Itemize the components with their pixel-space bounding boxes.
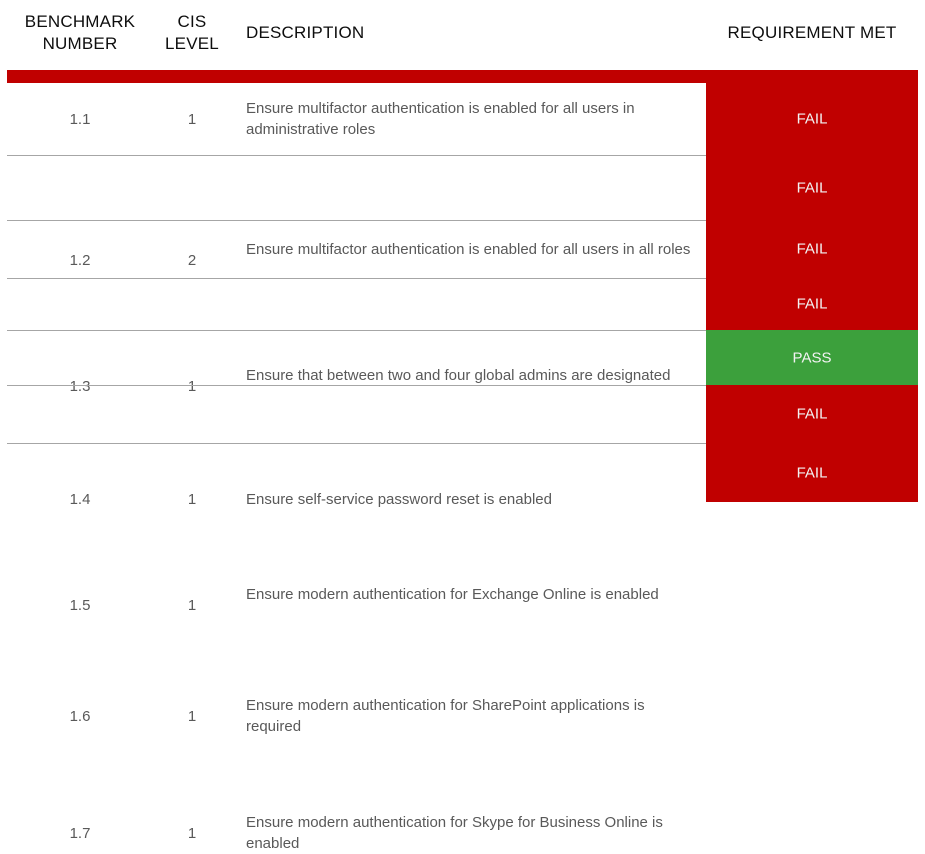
status-badge-fail: FAIL	[706, 443, 918, 502]
table-body: 1.1 1 Ensure multifactor authentication is…	[0, 83, 706, 852]
status-badge-fail: FAIL	[706, 155, 918, 220]
column-header-benchmark-number: BENCHMARK NUMBER	[24, 12, 136, 53]
cell-cis-level: 1	[187, 596, 197, 614]
table-row: 1.3 1 Ensure that between two and four glo…	[0, 220, 706, 395]
status-badge-fail: FAIL	[706, 220, 918, 278]
cell-benchmark-number: 1.1	[69, 111, 91, 128]
column-header-requirement-met: REQUIREMENT MET	[727, 23, 897, 42]
column-header-cis-level: CIS LEVEL	[165, 12, 219, 53]
table-row: 1.4 1 Ensure self-service password reset i…	[0, 278, 706, 508]
cell-benchmark-number: 1.7	[69, 824, 91, 842]
header-accent-bar	[7, 70, 918, 83]
table-row: 1.1 1 Ensure multifactor authentication is…	[0, 83, 706, 155]
status-label: FAIL	[796, 240, 828, 258]
table-row: 1.2 2 Ensure multifactor authentication is…	[0, 155, 706, 269]
table-row: 1.7 1 Ensure modern authentication for Sky…	[0, 443, 706, 852]
cell-cis-level: 1	[187, 824, 197, 842]
status-badge-fail: FAIL	[706, 278, 918, 330]
table-header: BENCHMARK NUMBER CIS LEVEL DESCRIPTION R…	[0, 0, 925, 70]
status-label: PASS	[792, 349, 832, 366]
status-label: FAIL	[796, 110, 828, 128]
status-badge-pass: PASS	[706, 330, 918, 385]
table-row: 1.5 1 Ensure modern authentication for Exc…	[0, 330, 706, 614]
status-label: FAIL	[796, 179, 828, 196]
status-badge-fail: FAIL	[706, 83, 918, 155]
cell-cis-level: 1	[187, 111, 197, 128]
cell-cis-level: 1	[187, 708, 197, 725]
status-label: FAIL	[796, 405, 828, 423]
cell-description: Ensure modern authentication for SharePo…	[246, 697, 645, 735]
status-label: FAIL	[796, 295, 828, 313]
cell-benchmark-number: 1.6	[69, 708, 91, 725]
row-divider	[7, 278, 706, 279]
row-divider	[7, 220, 706, 221]
benchmark-results-table: BENCHMARK NUMBER CIS LEVEL DESCRIPTION R…	[0, 0, 925, 852]
status-label: FAIL	[796, 464, 828, 481]
row-divider	[7, 385, 706, 386]
row-divider	[7, 155, 706, 156]
status-column: FAIL FAIL FAIL FAIL PASS FAIL FAIL	[706, 83, 918, 502]
row-divider	[7, 443, 706, 444]
cell-description: Ensure modern authentication for Exchang…	[246, 585, 659, 603]
table-row: 1.6 1 Ensure modern authentication for Sha…	[0, 385, 706, 735]
status-badge-fail: FAIL	[706, 385, 918, 443]
column-header-description: DESCRIPTION	[246, 23, 365, 42]
row-divider	[7, 330, 706, 331]
cell-description: Ensure multifactor authentication is ena…	[246, 100, 635, 138]
cell-benchmark-number: 1.5	[69, 596, 91, 614]
cell-description: Ensure modern authentication for Skype f…	[246, 813, 663, 852]
